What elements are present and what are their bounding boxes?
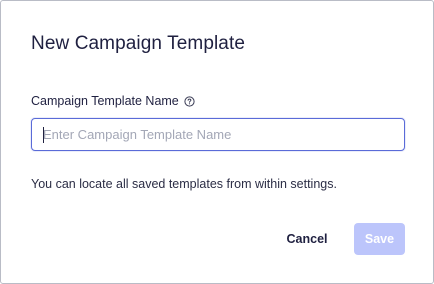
campaign-template-name-input[interactable] bbox=[32, 119, 404, 150]
question-circle-icon[interactable] bbox=[184, 95, 195, 107]
field-label-row: Campaign Template Name bbox=[31, 93, 195, 109]
campaign-template-name-label: Campaign Template Name bbox=[31, 94, 179, 108]
settings-hint-text: You can locate all saved templates from … bbox=[31, 177, 337, 191]
new-campaign-template-dialog: New Campaign Template Campaign Template … bbox=[0, 0, 434, 284]
text-cursor bbox=[43, 127, 44, 143]
dialog-title: New Campaign Template bbox=[31, 33, 246, 54]
campaign-template-name-field[interactable] bbox=[31, 118, 405, 151]
save-button[interactable]: Save bbox=[354, 223, 405, 255]
cancel-button[interactable]: Cancel bbox=[275, 224, 339, 254]
